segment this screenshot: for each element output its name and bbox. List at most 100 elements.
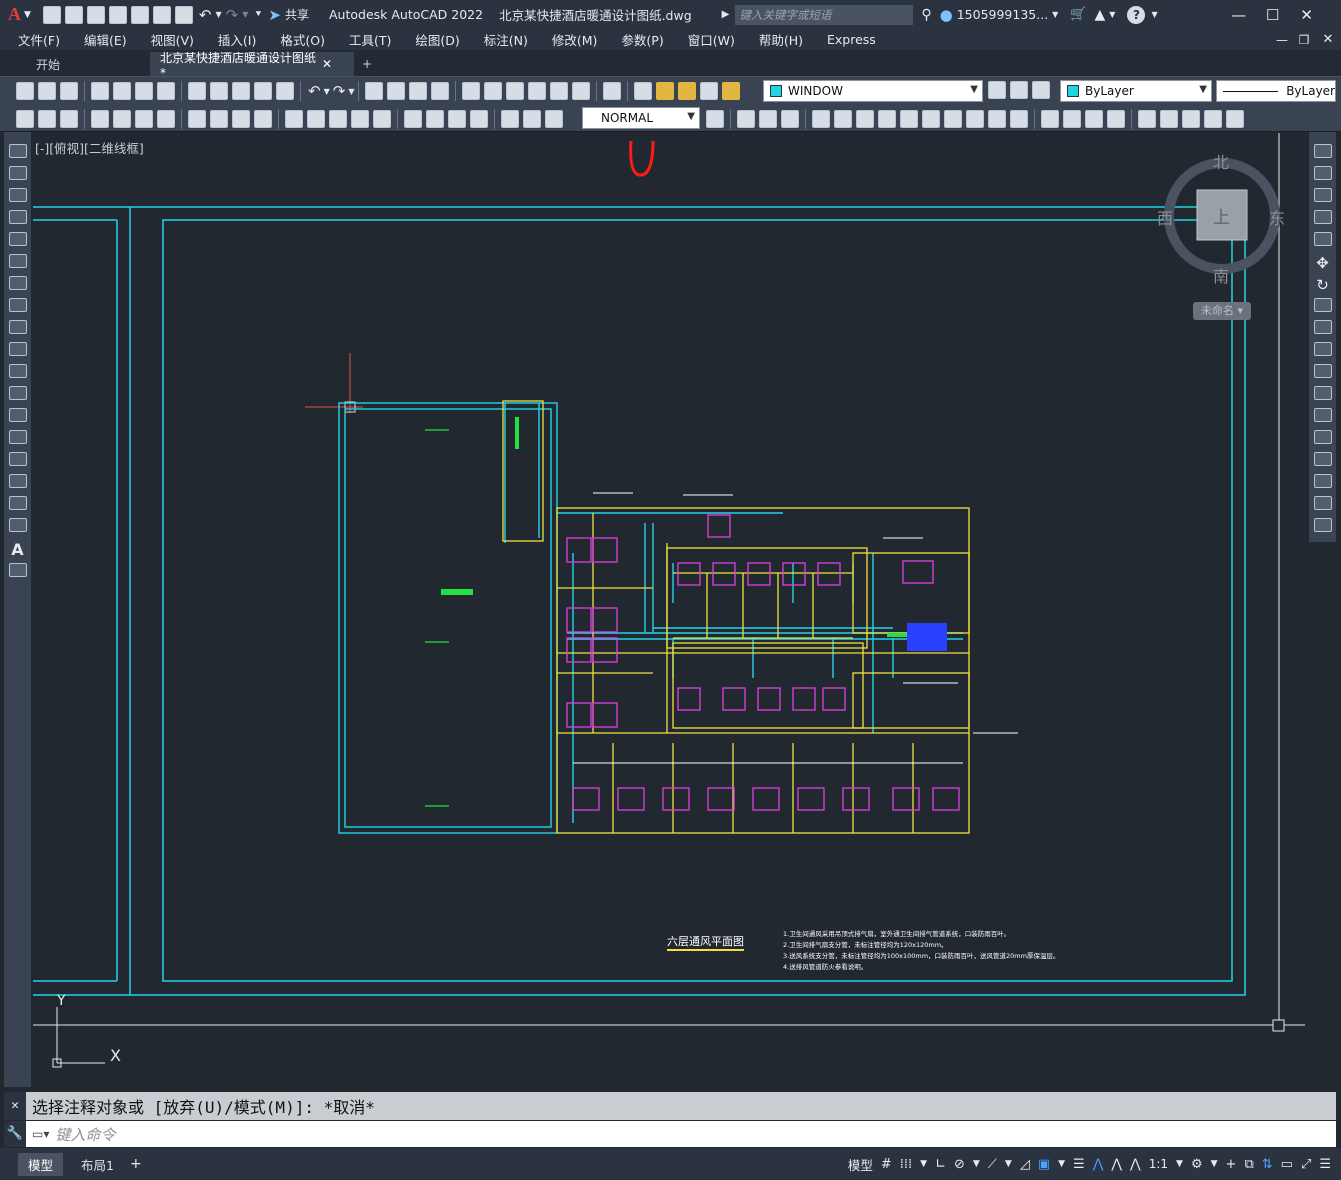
app-dropdown-icon[interactable]: ▼: [1109, 10, 1115, 19]
bring-front-icon[interactable]: [1160, 110, 1178, 128]
menu-tools[interactable]: 工具(T): [337, 30, 403, 49]
copy-side-icon[interactable]: [1313, 166, 1332, 180]
app-menu-chevron-icon[interactable]: ▼: [24, 10, 31, 20]
close-button[interactable]: ✕: [1290, 6, 1324, 24]
revcloud-icon[interactable]: [8, 298, 27, 312]
join-icon[interactable]: [1010, 110, 1028, 128]
command-input[interactable]: 键入命令: [55, 1124, 115, 1145]
menu-modify[interactable]: 修改(M): [540, 30, 610, 49]
offset-side-icon[interactable]: [1313, 210, 1332, 224]
quick-properties-icon[interactable]: ⇅: [1262, 1157, 1273, 1172]
menu-dimension[interactable]: 标注(N): [472, 30, 540, 49]
stretch-icon[interactable]: [922, 110, 940, 128]
customize-icon[interactable]: ☰: [1319, 1157, 1331, 1172]
help-icon[interactable]: ?: [1127, 5, 1146, 24]
layout-tab-model[interactable]: 模型: [18, 1152, 64, 1176]
draw-order-icon[interactable]: [1138, 110, 1156, 128]
send-back-icon[interactable]: [1182, 110, 1200, 128]
menu-format[interactable]: 格式(O): [268, 30, 337, 49]
make-block-icon[interactable]: [8, 408, 27, 422]
explode-icon[interactable]: [1107, 110, 1125, 128]
isolate-objects-icon[interactable]: ▭: [1281, 1157, 1293, 1172]
otrack-dropdown-icon[interactable]: ▼: [1005, 1159, 1012, 1169]
snap-icon[interactable]: ⁞⁞⁞: [900, 1157, 912, 1172]
pan-icon[interactable]: [365, 82, 384, 100]
viewcube-top-face[interactable]: 上: [1213, 203, 1230, 228]
lineweight-icon[interactable]: ☰: [1073, 1157, 1085, 1172]
user-name[interactable]: 1505999135...: [957, 7, 1048, 22]
baseline-icon[interactable]: [307, 110, 325, 128]
circle-icon[interactable]: [8, 276, 27, 290]
dim-space-icon[interactable]: [351, 110, 369, 128]
isodraft-icon[interactable]: ⟋: [988, 1157, 997, 1172]
save-tb-icon[interactable]: [60, 82, 78, 100]
tab-add-button[interactable]: +: [354, 52, 380, 76]
menu-file[interactable]: 文件(F): [0, 30, 72, 49]
layer-lock-icon[interactable]: [722, 82, 741, 100]
offset-icon[interactable]: [812, 110, 830, 128]
construction-line-icon[interactable]: [8, 166, 27, 180]
redo-icon[interactable]: ↷: [226, 6, 239, 24]
layer-states-icon[interactable]: [1032, 81, 1050, 99]
gradient-icon[interactable]: [8, 474, 27, 488]
ortho-icon[interactable]: ∟: [935, 1157, 946, 1172]
autodesk-app-icon[interactable]: ▲: [1095, 7, 1106, 23]
annotation-scale-icon[interactable]: ⋀: [1130, 1157, 1141, 1172]
hatch-back-icon[interactable]: [1226, 110, 1244, 128]
auto-scale-icon[interactable]: ⋀: [1111, 1157, 1122, 1172]
compass-west[interactable]: 西: [1157, 205, 1173, 229]
scale-side-icon[interactable]: [1313, 298, 1332, 312]
doc-restore-button[interactable]: ❐: [1293, 33, 1315, 47]
ucs-menu-button[interactable]: 未命名 ▾: [1193, 302, 1251, 320]
text-front-icon[interactable]: [1204, 110, 1222, 128]
dim-style-icon[interactable]: [16, 110, 34, 128]
layer-on-bulb-icon[interactable]: [656, 82, 675, 100]
polyline-icon[interactable]: [8, 188, 27, 202]
redo-tb-dropdown-icon[interactable]: ▼: [348, 87, 354, 96]
plot-icon[interactable]: [174, 5, 193, 24]
layer-previous-icon[interactable]: [1010, 81, 1028, 99]
title-expand-icon[interactable]: ▶: [722, 9, 730, 20]
layer-dropdown[interactable]: WINDOW ▼: [763, 80, 983, 102]
trim-side-icon[interactable]: [1313, 342, 1332, 356]
inspect-icon[interactable]: [448, 110, 466, 128]
design-center-icon[interactable]: [484, 82, 503, 100]
dim-text-edit-icon[interactable]: [523, 110, 541, 128]
open-web-icon[interactable]: [130, 5, 149, 24]
quick-dim-icon[interactable]: [285, 110, 303, 128]
dim-break-icon[interactable]: [373, 110, 391, 128]
command-settings-icon[interactable]: 🔧: [4, 1121, 26, 1147]
mirror-side-icon[interactable]: [1313, 188, 1332, 202]
command-prompt-icon[interactable]: ▭▾: [32, 1127, 49, 1141]
minimize-button[interactable]: —: [1222, 6, 1256, 24]
dynamic-input-icon[interactable]: ▣: [1038, 1157, 1050, 1172]
point-icon[interactable]: [8, 430, 27, 444]
dim-override-icon[interactable]: [706, 110, 724, 128]
scale-icon[interactable]: [900, 110, 918, 128]
save-web-icon[interactable]: [152, 5, 171, 24]
spline-icon[interactable]: [8, 320, 27, 334]
menu-window[interactable]: 窗口(W): [676, 30, 747, 49]
publish-icon[interactable]: [135, 82, 153, 100]
text-style-dropdown[interactable]: NORMAL ▼: [582, 107, 700, 129]
erase-side-icon[interactable]: [1313, 144, 1332, 158]
explode-side-icon[interactable]: [1313, 518, 1332, 532]
move-side-icon[interactable]: ✥: [1309, 254, 1336, 272]
command-close-icon[interactable]: ✕: [4, 1092, 26, 1120]
tab-close-icon[interactable]: ✕: [322, 57, 332, 71]
rectangle-icon[interactable]: [8, 232, 27, 246]
dim-edit-icon[interactable]: [501, 110, 519, 128]
annotation-scale-value[interactable]: 1:1: [1149, 1157, 1168, 1171]
layer-sun-icon[interactable]: [678, 82, 697, 100]
open-folder-icon[interactable]: [64, 5, 83, 24]
redo-dropdown-icon[interactable]: ▼: [242, 10, 248, 19]
search-input[interactable]: 键入关键字或短语: [735, 4, 914, 25]
workspace-gear-icon[interactable]: ⚙: [1191, 1157, 1203, 1172]
jogged-icon[interactable]: [210, 110, 228, 128]
line-icon[interactable]: [8, 144, 27, 158]
compass-south[interactable]: 南: [1213, 263, 1229, 287]
layer-properties-icon[interactable]: [634, 82, 653, 100]
blend-icon[interactable]: [1085, 110, 1103, 128]
user-dropdown-icon[interactable]: ▼: [1052, 10, 1058, 19]
undo-tb-icon[interactable]: ↶: [308, 82, 321, 100]
